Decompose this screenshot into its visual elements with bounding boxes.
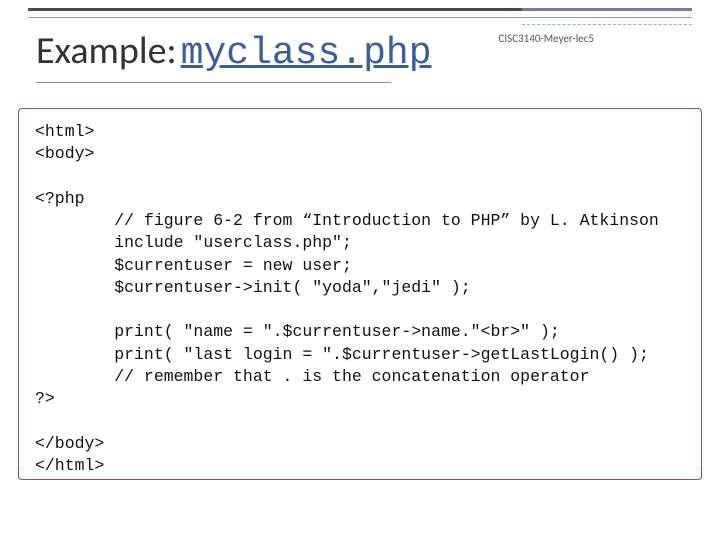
code-line: <?php <box>35 189 85 208</box>
code-line: ?> <box>35 389 55 408</box>
code-line: </html> <box>35 456 104 475</box>
code-line: include "userclass.php"; <box>35 233 352 252</box>
code-line: <body> <box>35 144 94 163</box>
code-line: </body> <box>35 434 104 453</box>
code-line: print( "last login = ".$currentuser->get… <box>35 345 649 364</box>
title-underline <box>36 82 391 83</box>
title-prefix: Example: myclass.php <box>36 28 432 75</box>
code-block: <html> <body> <?php // figure 6-2 from “… <box>18 108 702 480</box>
code-line: $currentuser->init( "yoda","jedi" ); <box>35 278 471 297</box>
slide-top-rule <box>28 8 692 18</box>
title-link: myclass.php <box>181 32 432 75</box>
code-line: <html> <box>35 122 94 141</box>
slide-header-right: CISC3140-Meyer-lec5 <box>499 28 684 45</box>
code-line: // remember that . is the concatenation … <box>35 367 590 386</box>
slide-header: Example: myclass.php CISC3140-Meyer-lec5 <box>36 28 684 75</box>
code-line: $currentuser = new user; <box>35 256 352 275</box>
code-line: print( "name = ".$currentuser->name."<br… <box>35 322 560 341</box>
code-line: // figure 6-2 from “Introduction to PHP”… <box>35 211 659 230</box>
title-prefix-text: Example: <box>36 28 177 74</box>
